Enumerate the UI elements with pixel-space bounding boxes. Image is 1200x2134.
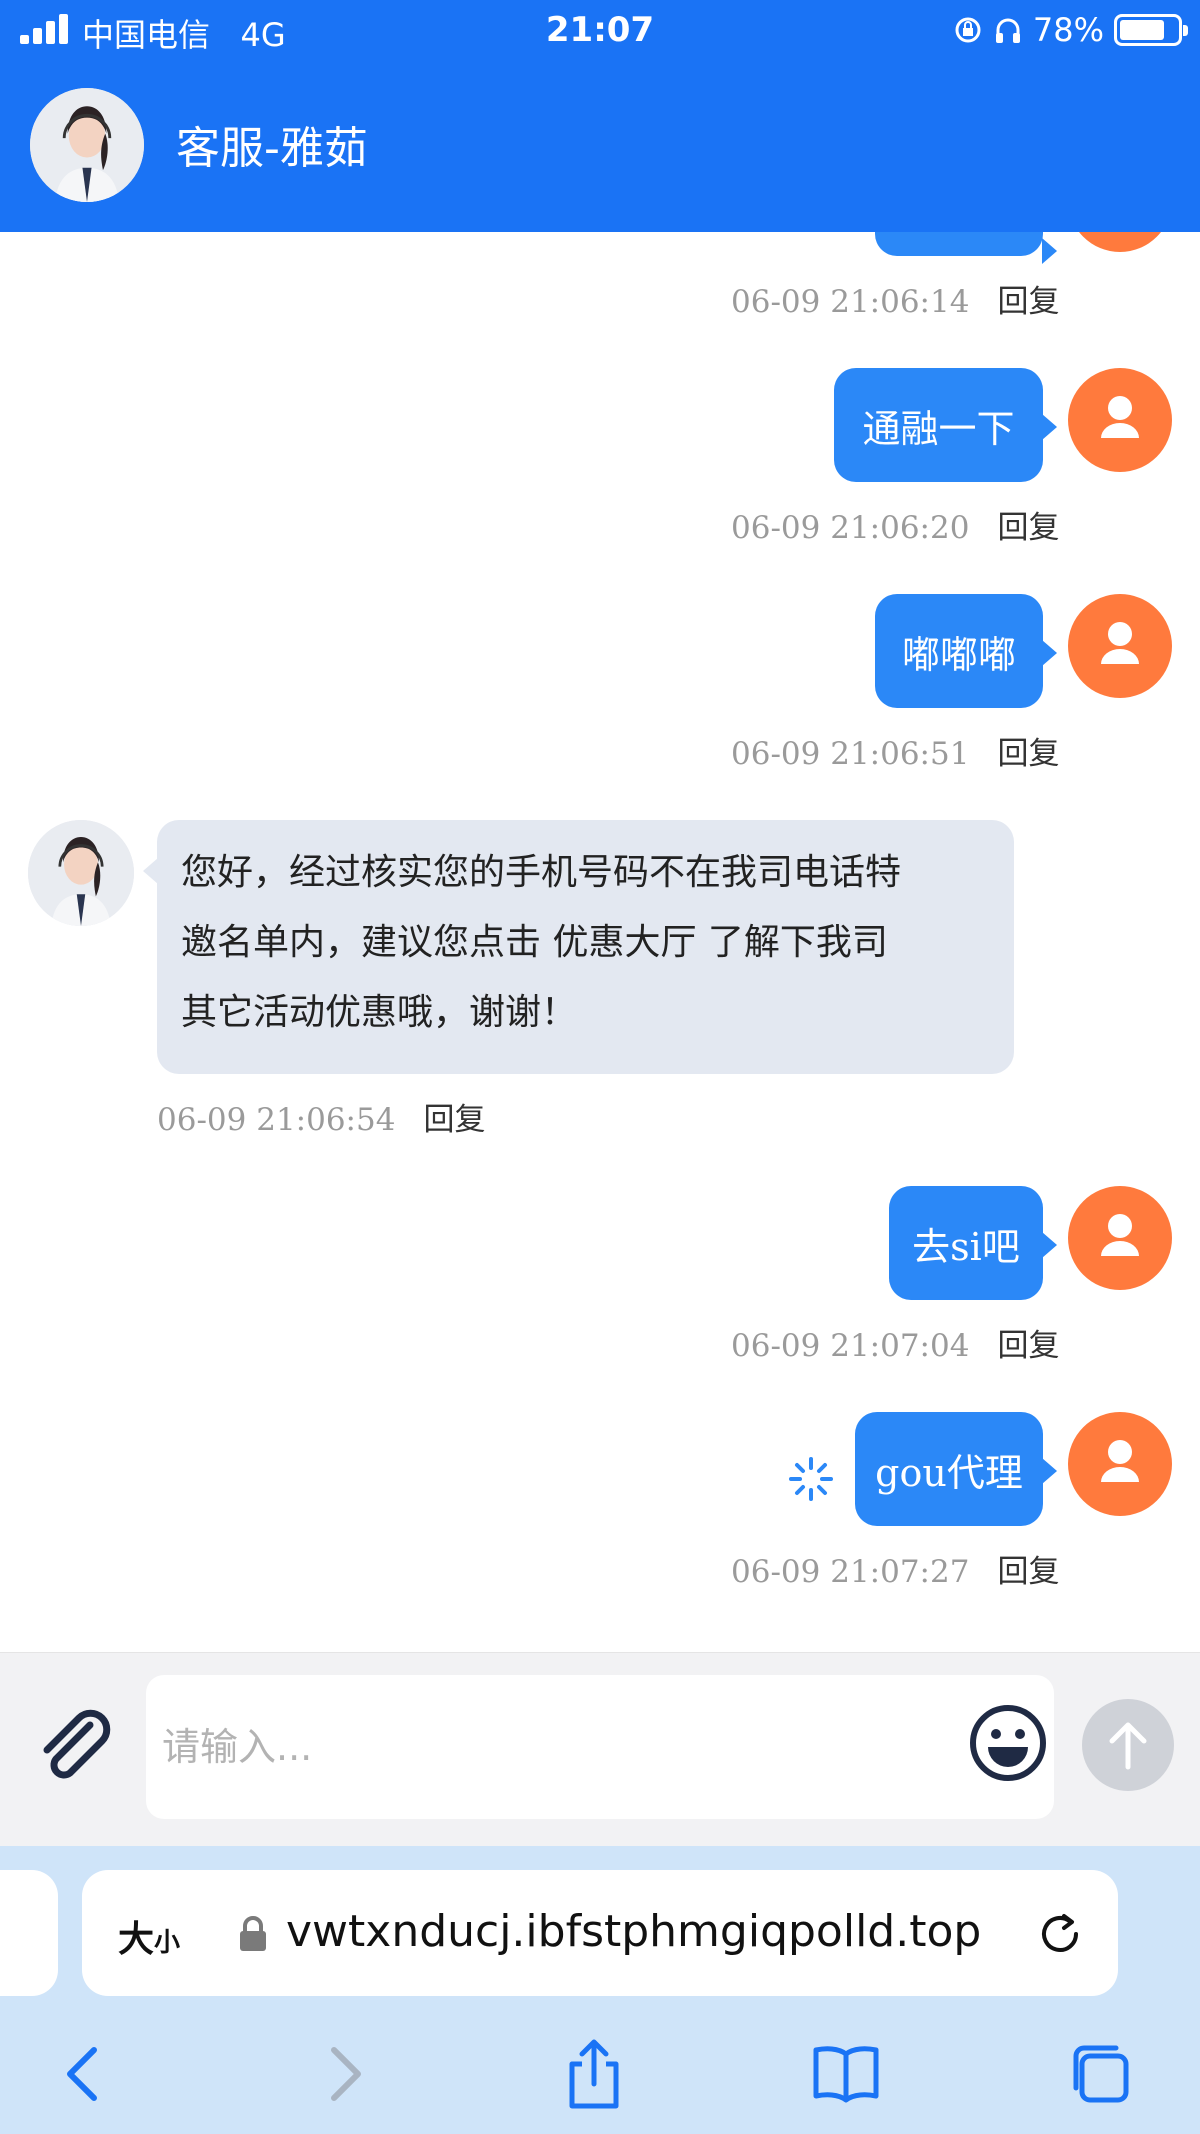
bookmarks-icon[interactable] (808, 2036, 884, 2112)
url-text[interactable]: vwtxnducj.ibfstphmgiqpolld.top (286, 1906, 981, 1957)
message-bubble-incoming[interactable]: 您好，经过核实您的手机号码不在我司电话特 邀名单内，建议您点击 优惠大厅 了解下… (143, 820, 1014, 1074)
loading-spinner-icon (789, 1457, 833, 1501)
user-avatar[interactable] (1068, 594, 1172, 698)
previous-tab[interactable] (0, 1870, 58, 1996)
battery-icon (1114, 14, 1188, 46)
tabs-icon[interactable] (1064, 2036, 1140, 2112)
message-input-bar (0, 1652, 1200, 1846)
lock-icon (240, 1916, 266, 1951)
reply-button[interactable]: 回复 (997, 510, 1059, 546)
reply-button[interactable]: 回复 (997, 736, 1059, 772)
user-icon (1101, 1440, 1139, 1482)
emoji-icon[interactable] (968, 1703, 1048, 1783)
forward-icon[interactable] (306, 2036, 382, 2112)
status-bar: 中国电信 4G 21:07 78% (0, 0, 1200, 60)
message-bubble-outgoing[interactable]: gou代理 (855, 1412, 1057, 1526)
message-meta: 06-09 21:06:14 回复 (731, 284, 1060, 320)
user-avatar[interactable] (1068, 232, 1172, 252)
rotation-lock-icon (955, 17, 981, 43)
agent-name: 客服-雅茹 (176, 123, 368, 174)
message-bubble-outgoing[interactable]: 嘟嘟嘟 (875, 594, 1057, 708)
message-bubble-outgoing[interactable]: 去si吧 (889, 1186, 1057, 1300)
headphones-icon (995, 18, 1020, 43)
user-icon (1101, 396, 1139, 438)
reload-icon[interactable] (1034, 1908, 1086, 1960)
message-bubble-outgoing[interactable] (875, 232, 1057, 264)
reply-button[interactable]: 回复 (997, 1328, 1059, 1364)
battery-percent: 78% (1032, 11, 1104, 49)
share-icon[interactable] (556, 2036, 632, 2112)
message-bubble-outgoing[interactable]: 通融一下 (834, 368, 1057, 482)
message-meta: 06-09 21:07:27 回复 (731, 1554, 1060, 1590)
message-input[interactable] (146, 1675, 1054, 1819)
reply-button[interactable]: 回复 (423, 1102, 485, 1138)
agent-avatar[interactable] (30, 88, 144, 202)
user-icon (1101, 1214, 1139, 1256)
message-meta: 06-09 21:07:04 回复 (731, 1328, 1060, 1364)
attachment-icon[interactable] (28, 1703, 118, 1793)
agent-avatar[interactable] (28, 820, 134, 926)
user-avatar[interactable] (1068, 1412, 1172, 1516)
message-meta: 06-09 21:06:51 回复 (731, 736, 1060, 772)
reply-button[interactable]: 回复 (997, 284, 1059, 320)
user-icon (1101, 622, 1139, 664)
text-size-button[interactable]: 大小 (118, 1910, 180, 1962)
arrow-up-icon (1109, 1722, 1147, 1770)
user-avatar[interactable] (1068, 368, 1172, 472)
address-bar[interactable]: 大小 vwtxnducj.ibfstphmgiqpolld.top (82, 1870, 1118, 1996)
message-meta: 06-09 21:06:54 回复 (157, 1102, 486, 1138)
browser-toolbar: 大小 vwtxnducj.ibfstphmgiqpolld.top (0, 1846, 1200, 2134)
app-header: 中国电信 4G 21:07 78% 客服-雅茹 (0, 0, 1200, 232)
message-meta: 06-09 21:06:20 回复 (731, 510, 1060, 546)
back-icon[interactable] (46, 2036, 122, 2112)
user-avatar[interactable] (1068, 1186, 1172, 1290)
chat-list[interactable]: 06-09 21:06:14 回复 通融一下 06-09 21:06:20 回复 嘟… (0, 232, 1200, 1652)
send-button[interactable] (1082, 1699, 1174, 1791)
reply-button[interactable]: 回复 (997, 1554, 1059, 1590)
